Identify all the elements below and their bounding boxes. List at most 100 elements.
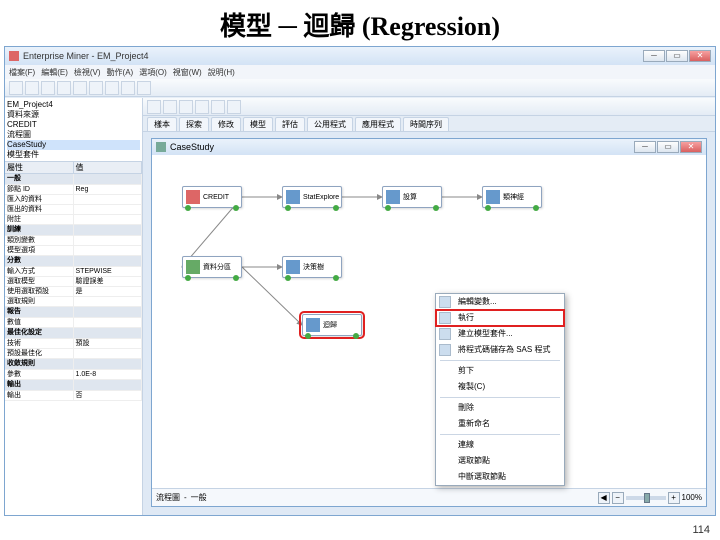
close-button[interactable]: ✕ <box>680 141 702 153</box>
minimize-button[interactable]: ─ <box>643 50 665 62</box>
menu-item[interactable]: 檔案(F) <box>9 67 35 78</box>
property-row[interactable]: 選取規則 <box>5 297 142 307</box>
toolbar-button[interactable] <box>227 100 241 114</box>
zoom-slider[interactable] <box>626 496 666 500</box>
context-menu-item[interactable]: 建立模型套件... <box>436 326 564 342</box>
context-menu-item[interactable]: 刪除 <box>436 400 564 416</box>
minimize-button[interactable]: ─ <box>634 141 656 153</box>
toolbar-button[interactable] <box>41 81 55 95</box>
context-menu-item[interactable]: 連線 <box>436 437 564 453</box>
context-menu: 編輯變數...執行建立模型套件...將程式碼儲存為 SAS 程式剪下複製(C) 刪… <box>435 293 565 486</box>
diagram-node-reg[interactable]: 迴歸 <box>302 314 362 336</box>
subwindow-controls: ─ ▭ ✕ <box>634 141 702 153</box>
property-row[interactable]: 模型選項 <box>5 246 142 256</box>
maximize-button[interactable]: ▭ <box>657 141 679 153</box>
property-row[interactable]: 預設最佳化 <box>5 349 142 359</box>
zoom-in-button[interactable]: + <box>668 492 680 504</box>
property-row[interactable]: 技術預設 <box>5 339 142 349</box>
property-row[interactable]: 選取模型驗證誤差 <box>5 277 142 287</box>
close-button[interactable]: ✕ <box>689 50 711 62</box>
property-row[interactable]: 使用選取預設是 <box>5 287 142 297</box>
toolbar-button[interactable] <box>105 81 119 95</box>
zoom-out-button[interactable]: − <box>612 492 624 504</box>
context-menu-item[interactable]: 將程式碼儲存為 SAS 程式 <box>436 342 564 358</box>
diagram-node-statexp[interactable]: StatExplore <box>282 186 342 208</box>
toolbox-tab[interactable]: 修改 <box>211 117 241 131</box>
toolbar-button[interactable] <box>195 100 209 114</box>
diagram-icon <box>156 142 166 152</box>
status-label: 流程圖 <box>156 492 180 503</box>
context-menu-item[interactable]: 執行 <box>436 310 564 326</box>
property-grid[interactable]: 一般節點 IDReg匯入的資料匯出的資料附註訓練類別變數模型選項分數輸入方式ST… <box>5 174 142 515</box>
diagram-canvas[interactable]: CREDIT StatExplore 設算 類神經資料分區 決策樹迴歸 <box>152 156 706 486</box>
toolbar-button[interactable] <box>163 100 177 114</box>
diagram-node-credit[interactable]: CREDIT <box>182 186 242 208</box>
context-menu-item[interactable]: 編輯變數... <box>436 294 564 310</box>
diagram-node-nn[interactable]: 類神經 <box>482 186 542 208</box>
arrow-left-icon[interactable]: ◀ <box>598 492 610 504</box>
toolbar-button[interactable] <box>121 81 135 95</box>
context-menu-item[interactable]: 中斷選取節點 <box>436 469 564 485</box>
toolbox-tab[interactable]: 應用程式 <box>355 117 401 131</box>
menu-item[interactable]: 動作(A) <box>107 67 134 78</box>
property-row[interactable]: 匯出的資料 <box>5 205 142 215</box>
toolbox-tab[interactable]: 模型 <box>243 117 273 131</box>
property-row[interactable]: 輸出否 <box>5 391 142 401</box>
node-icon <box>186 260 200 274</box>
toolbox-tabs: 樣本探索修改模型評估公用程式應用程式時間序列 <box>143 116 715 132</box>
menu-item[interactable]: 檢視(V) <box>74 67 101 78</box>
tree-item[interactable]: EM_Project4 <box>7 100 140 110</box>
tree-item[interactable]: 資料來源 <box>7 110 140 120</box>
tree-item[interactable]: 流程圖 <box>7 130 140 140</box>
diagram-title: CaseStudy <box>170 142 214 152</box>
menu-item-icon <box>439 344 451 356</box>
tree-item[interactable]: CaseStudy <box>7 140 140 150</box>
right-pane: 樣本探索修改模型評估公用程式應用程式時間序列 CaseStudy ─ ▭ ✕ C… <box>143 98 715 515</box>
toolbar-button[interactable] <box>57 81 71 95</box>
window-title: Enterprise Miner - EM_Project4 <box>23 51 149 61</box>
toolbox-tab[interactable]: 樣本 <box>147 117 177 131</box>
toolbox-tab[interactable]: 時間序列 <box>403 117 449 131</box>
maximize-button[interactable]: ▭ <box>666 50 688 62</box>
diagram-subwindow: CaseStudy ─ ▭ ✕ CREDIT StatExplore 設算 類神經資料… <box>151 138 707 507</box>
property-row[interactable]: 類別變數 <box>5 236 142 246</box>
page-number: 114 <box>692 524 710 536</box>
project-tree[interactable]: EM_Project4 資料來源 CREDIT 流程圖 CaseStudy 模型… <box>5 98 142 162</box>
diagram-node-impute[interactable]: 設算 <box>382 186 442 208</box>
property-row[interactable]: 節點 IDReg <box>5 185 142 195</box>
toolbar-button[interactable] <box>211 100 225 114</box>
context-menu-item[interactable]: 重新命名 <box>436 416 564 432</box>
window-controls: ─ ▭ ✕ <box>643 50 711 62</box>
diagram-node-datapart[interactable]: 資料分區 <box>182 256 242 278</box>
diagram-titlebar: CaseStudy ─ ▭ ✕ <box>152 139 706 155</box>
toolbox-tab[interactable]: 評估 <box>275 117 305 131</box>
node-icon <box>486 190 500 204</box>
menu-item[interactable]: 說明(H) <box>208 67 235 78</box>
property-row[interactable]: 數值 <box>5 318 142 328</box>
tree-item[interactable]: CREDIT <box>7 120 140 130</box>
property-row[interactable]: 輸入方式STEPWISE <box>5 267 142 277</box>
menu-item[interactable]: 選項(O) <box>139 67 167 78</box>
toolbox-tab[interactable]: 公用程式 <box>307 117 353 131</box>
toolbar-button[interactable] <box>25 81 39 95</box>
property-row[interactable]: 附註 <box>5 215 142 225</box>
context-menu-item[interactable]: 剪下 <box>436 363 564 379</box>
context-menu-item[interactable]: 複製(C) <box>436 379 564 395</box>
property-row[interactable]: 參數1.0E-8 <box>5 370 142 380</box>
tree-item[interactable]: 模型套件 <box>7 150 140 160</box>
toolbar-button[interactable] <box>73 81 87 95</box>
toolbar-button[interactable] <box>89 81 103 95</box>
property-row[interactable]: 匯入的資料 <box>5 195 142 205</box>
menu-separator <box>440 434 560 435</box>
toolbar-button[interactable] <box>9 81 23 95</box>
context-menu-item[interactable]: 選取節點 <box>436 453 564 469</box>
toolbar-button[interactable] <box>147 100 161 114</box>
menu-item-icon <box>439 296 451 308</box>
toolbar-button[interactable] <box>179 100 193 114</box>
menu-item[interactable]: 視窗(W) <box>173 67 202 78</box>
toolbox-tab[interactable]: 探索 <box>179 117 209 131</box>
toolbar-button[interactable] <box>137 81 151 95</box>
menu-item[interactable]: 編輯(E) <box>41 67 68 78</box>
diagram-node-tree[interactable]: 決策樹 <box>282 256 342 278</box>
node-label: 資料分區 <box>203 262 241 272</box>
